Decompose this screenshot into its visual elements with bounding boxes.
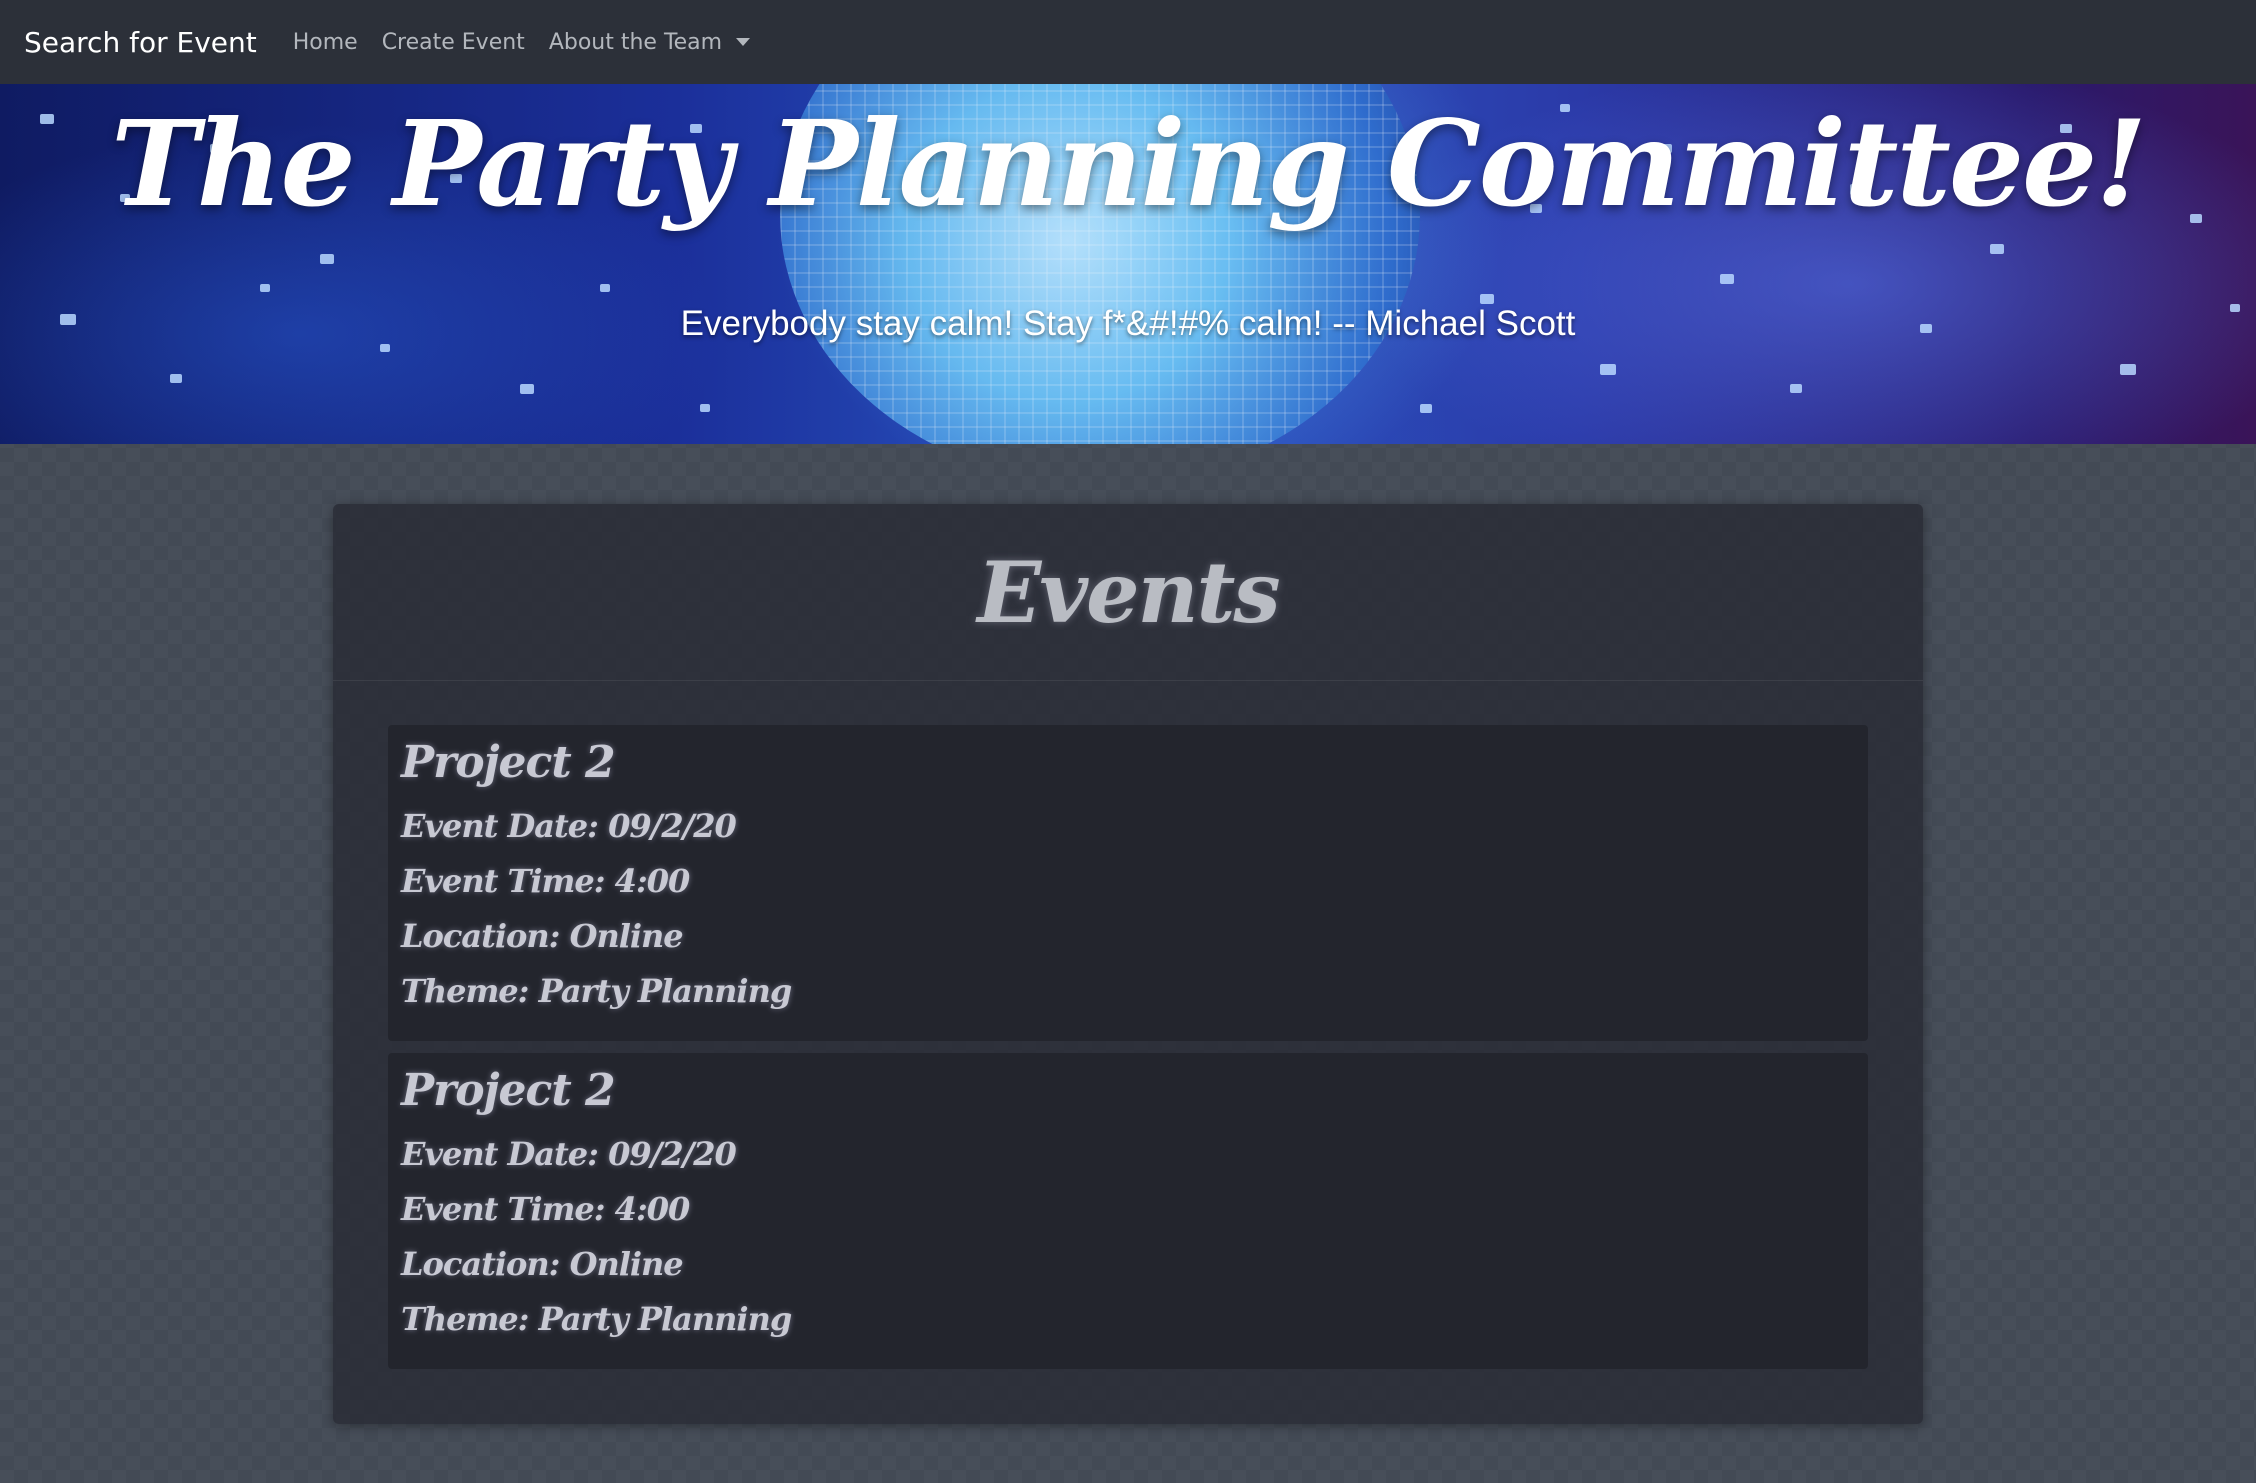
nav-link-create-event[interactable]: Create Event	[382, 30, 525, 55]
event-date: Event Date: 09/2/20	[401, 1135, 737, 1173]
events-panel: Events Project 2 Event Date: 09/2/20 Eve…	[333, 504, 1923, 1424]
event-date: Event Date: 09/2/20	[401, 807, 737, 845]
events-heading: Events	[977, 542, 1280, 642]
event-theme: Theme: Party Planning	[401, 1300, 792, 1338]
nav-dropdown-about-team[interactable]: About the Team	[548, 29, 751, 55]
nav-link-home[interactable]: Home	[293, 30, 358, 55]
event-card: Project 2 Event Date: 09/2/20 Event Time…	[388, 725, 1868, 1041]
event-theme: Theme: Party Planning	[401, 972, 792, 1010]
navbar-brand-link[interactable]: Search for Event	[24, 26, 257, 59]
event-location: Location: Online	[401, 1245, 684, 1283]
event-name: Project 2	[401, 1065, 616, 1116]
event-card: Project 2 Event Date: 09/2/20 Event Time…	[388, 1053, 1868, 1369]
page-title: The Party Planning Committee!	[110, 94, 2147, 233]
nav-dropdown-label: About the Team	[548, 29, 723, 55]
events-header: Events	[333, 504, 1923, 681]
event-time: Event Time: 4:00	[401, 1190, 690, 1228]
hero-banner: The Party Planning Committee! Everybody …	[0, 84, 2256, 444]
top-navbar: Search for Event Home Create Event About…	[0, 0, 2256, 84]
event-location: Location: Online	[401, 917, 684, 955]
event-time: Event Time: 4:00	[401, 862, 690, 900]
event-name: Project 2	[401, 737, 616, 788]
hero-quote: Everybody stay calm! Stay f*&#!#% calm! …	[680, 304, 1576, 343]
chevron-down-icon	[736, 38, 751, 46]
